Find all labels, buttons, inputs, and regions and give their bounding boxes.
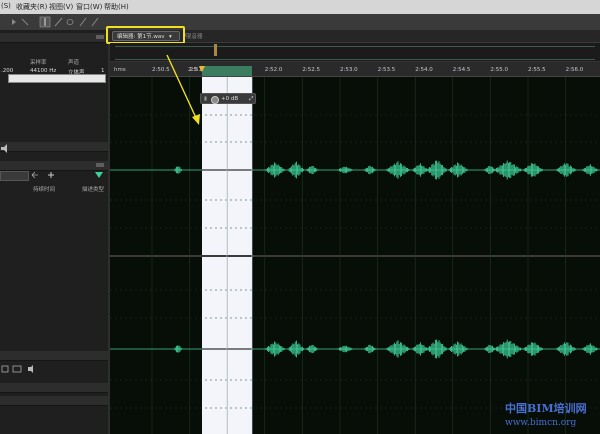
waveform-left-channel	[110, 160, 600, 180]
watermark-title: 中国BIM培训网	[505, 402, 587, 415]
amplitude-hud[interactable]: ▮ +0 dB ⤢	[200, 93, 256, 104]
waveform-right-channel	[110, 339, 600, 359]
watermark-url: www.bimcn.org	[505, 418, 577, 428]
hud-volume-value: +0 dB	[221, 96, 239, 102]
volume-knob-icon[interactable]	[211, 96, 219, 104]
annotation-arrow-head	[192, 114, 200, 125]
waveform-layer	[110, 54, 600, 434]
playhead-icon[interactable]	[199, 66, 205, 72]
annotation-arrow-line	[166, 54, 198, 121]
hud-pin-icon[interactable]: ⤢	[249, 94, 253, 105]
hud-meter-icon: ▮	[204, 96, 208, 102]
